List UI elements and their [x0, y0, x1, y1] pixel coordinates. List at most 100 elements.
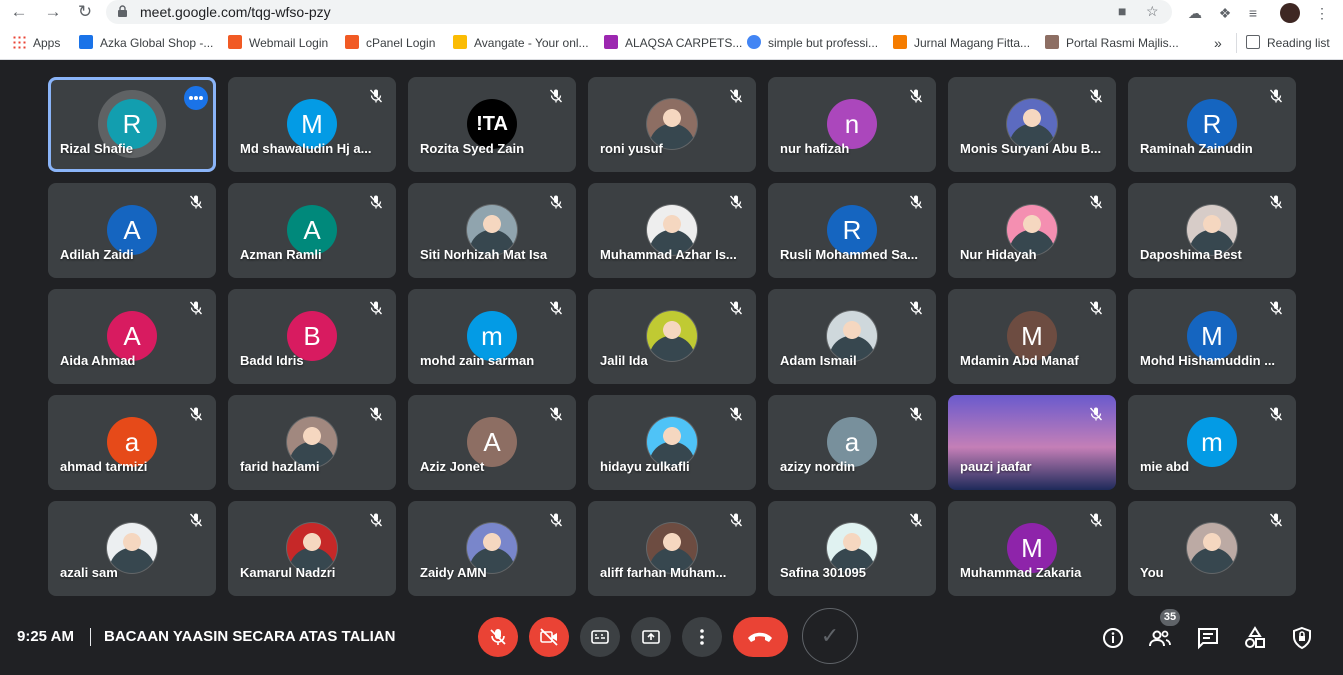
- participant-tile[interactable]: M Mohd Hishamuddin ...: [1128, 289, 1296, 384]
- participant-name: azali sam: [60, 565, 118, 580]
- participant-name: Adam Ismail: [780, 353, 857, 368]
- host-controls-icon[interactable]: [1290, 626, 1314, 650]
- google-icon: [747, 35, 761, 49]
- participant-tile[interactable]: a ahmad tarmizi: [48, 395, 216, 490]
- captions-button[interactable]: [580, 617, 620, 657]
- bookmark-item[interactable]: Portal Rasmi Majlis...: [1045, 34, 1179, 52]
- participant-tile[interactable]: Daposhima Best: [1128, 183, 1296, 278]
- participant-tile[interactable]: M Muhammad Zakaria: [948, 501, 1116, 596]
- microphone-toggle-button[interactable]: [478, 617, 518, 657]
- bookmark-label: Avangate - Your onl...: [474, 36, 589, 50]
- bookmark-item[interactable]: Webmail Login: [228, 34, 328, 52]
- address-bar[interactable]: meet.google.com/tqg-wfso-pzy ■ ☆: [106, 0, 1172, 24]
- participant-tile[interactable]: Jalil Ida: [588, 289, 756, 384]
- participant-tile[interactable]: Adam Ismail: [768, 289, 936, 384]
- bookmark-item[interactable]: Jurnal Magang Fitta...: [893, 34, 1030, 52]
- participant-name: Rusli Mohammed Sa...: [780, 247, 918, 262]
- participant-tile[interactable]: M Mdamin Abd Manaf: [948, 289, 1116, 384]
- media-icon[interactable]: ≡: [1243, 3, 1263, 23]
- participant-tile[interactable]: Siti Norhizah Mat Isa: [408, 183, 576, 278]
- cpanel-icon: [345, 35, 359, 49]
- participant-tile[interactable]: Kamarul Nadzri: [228, 501, 396, 596]
- mic-muted-icon: [728, 512, 744, 528]
- reading-list-button[interactable]: Reading list: [1246, 34, 1330, 52]
- bookmark-label: Azka Global Shop -...: [100, 36, 214, 50]
- apps-grid-icon: [12, 35, 26, 49]
- mic-muted-icon: [908, 300, 924, 316]
- bookmark-item[interactable]: Avangate - Your onl...: [453, 34, 589, 52]
- info-icon[interactable]: [1101, 626, 1125, 650]
- carpet-icon: [604, 35, 618, 49]
- back-icon[interactable]: ←: [8, 2, 30, 22]
- participant-tile[interactable]: Nur Hidayah: [948, 183, 1116, 278]
- participant-tile[interactable]: B Badd Idris: [228, 289, 396, 384]
- profile-avatar[interactable]: [1280, 3, 1300, 23]
- camera-icon[interactable]: ■: [1118, 3, 1126, 19]
- mic-muted-icon: [1268, 194, 1284, 210]
- participant-tile[interactable]: A Aziz Jonet: [408, 395, 576, 490]
- participant-tile[interactable]: azali sam: [48, 501, 216, 596]
- bookmarks-overflow-button[interactable]: »: [1214, 34, 1222, 52]
- camera-toggle-button[interactable]: [529, 617, 569, 657]
- participant-tile[interactable]: R Raminah Zainudin: [1128, 77, 1296, 172]
- participant-tile[interactable]: aliff farhan Muham...: [588, 501, 756, 596]
- participant-tile[interactable]: R Rizal Shafie: [48, 77, 216, 172]
- participant-tile[interactable]: Zaidy AMN: [408, 501, 576, 596]
- lock-icon: [453, 35, 467, 49]
- star-icon[interactable]: ☆: [1146, 3, 1159, 20]
- participant-tile[interactable]: roni yusuf: [588, 77, 756, 172]
- participant-tile[interactable]: A Aida Ahmad: [48, 289, 216, 384]
- participant-tile[interactable]: Muhammad Azhar Is...: [588, 183, 756, 278]
- meeting-controls-bar: 9:25 AM BACAAN YAASIN SECARA ATAS TALIAN: [0, 600, 1343, 675]
- participant-name: azizy nordin: [780, 459, 856, 474]
- bookmark-apps[interactable]: Apps: [12, 34, 60, 52]
- mic-muted-icon: [548, 88, 564, 104]
- mic-muted-icon: [908, 512, 924, 528]
- activities-icon[interactable]: [1243, 626, 1267, 650]
- leave-call-button[interactable]: [733, 617, 788, 657]
- more-options-button[interactable]: [682, 617, 722, 657]
- participant-tile[interactable]: A Adilah Zaidi: [48, 183, 216, 278]
- participant-tile[interactable]: R Rusli Mohammed Sa...: [768, 183, 936, 278]
- puzzle-icon[interactable]: ❖: [1215, 3, 1235, 23]
- mic-muted-icon: [188, 194, 204, 210]
- participant-name: Rizal Shafie: [60, 141, 133, 156]
- mic-muted-icon: [1268, 88, 1284, 104]
- menu-icon[interactable]: ⋮: [1312, 3, 1332, 23]
- participant-tile[interactable]: farid hazlami: [228, 395, 396, 490]
- participant-tile[interactable]: pauzi jaafar: [948, 395, 1116, 490]
- mic-muted-icon: [908, 194, 924, 210]
- participant-tile[interactable]: M Md shawaludin Hj a...: [228, 77, 396, 172]
- participant-tile[interactable]: m mohd zain sarman: [408, 289, 576, 384]
- participant-tile[interactable]: m mie abd: [1128, 395, 1296, 490]
- participant-tile[interactable]: hidayu zulkafli: [588, 395, 756, 490]
- participant-tile[interactable]: Monis Suryani Abu B...: [948, 77, 1116, 172]
- participant-name: Aida Ahmad: [60, 353, 136, 368]
- participant-tile[interactable]: You: [1128, 501, 1296, 596]
- forward-icon[interactable]: →: [42, 2, 64, 22]
- bookmarks-bar: Apps Azka Global Shop -... Webmail Login…: [0, 25, 1343, 60]
- participant-tile[interactable]: A Azman Ramli: [228, 183, 396, 278]
- participant-tile[interactable]: n nur hafizah: [768, 77, 936, 172]
- extension-icon[interactable]: ☁: [1185, 3, 1205, 23]
- participant-tile[interactable]: Safina 301095: [768, 501, 936, 596]
- wifi-icon: [79, 35, 93, 49]
- present-screen-button[interactable]: [631, 617, 671, 657]
- mic-muted-icon: [1088, 406, 1104, 422]
- participant-tile[interactable]: a azizy nordin: [768, 395, 936, 490]
- participant-name: Nur Hidayah: [960, 247, 1037, 262]
- bookmark-item[interactable]: cPanel Login: [345, 34, 435, 52]
- checkmark-button[interactable]: ✓: [802, 608, 858, 664]
- bookmark-item[interactable]: Azka Global Shop -...: [79, 34, 213, 52]
- mic-muted-icon: [548, 300, 564, 316]
- bookmark-item[interactable]: ALAQSA CARPETS...: [604, 34, 742, 52]
- bookmark-item[interactable]: simple but professi...: [747, 34, 878, 52]
- reload-icon[interactable]: ↻: [74, 2, 96, 22]
- participant-tile[interactable]: !TA Rozita Syed Zain: [408, 77, 576, 172]
- bookmark-label: simple but professi...: [768, 36, 879, 50]
- chat-icon[interactable]: [1196, 626, 1220, 650]
- people-icon[interactable]: [1148, 626, 1172, 650]
- mic-muted-icon: [908, 406, 924, 422]
- tile-more-options-icon[interactable]: [184, 86, 208, 110]
- mic-muted-icon: [1088, 512, 1104, 528]
